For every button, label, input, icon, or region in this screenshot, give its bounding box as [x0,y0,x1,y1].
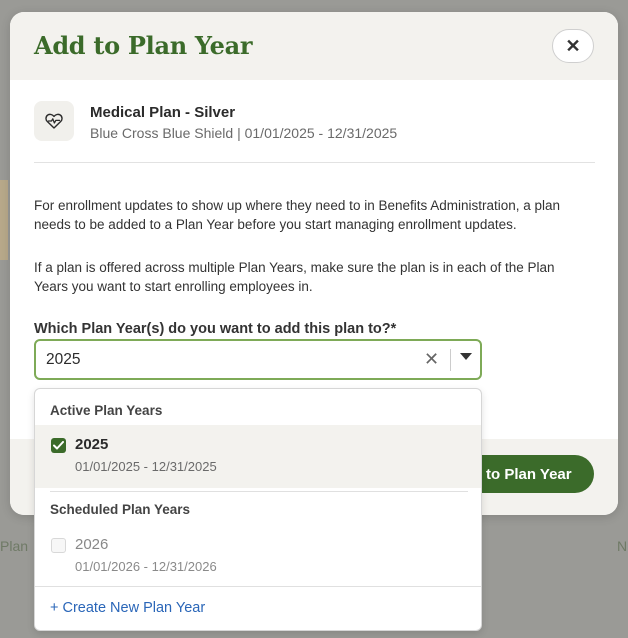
scheduled-plan-years-header: Scheduled Plan Years [50,502,191,517]
plan-year-field-label: Which Plan Year(s) do you want to add th… [34,321,397,337]
plan-year-dropdown: Active Plan Years 2025 01/01/2025 - 12/3… [34,388,482,631]
option-2025[interactable]: 2025 01/01/2025 - 12/31/2025 [35,425,481,488]
plan-year-select[interactable]: 2025 ✕ [34,339,482,380]
group-divider [50,491,468,492]
checkbox-checked-icon[interactable] [51,438,66,453]
active-plan-years-header: Active Plan Years [50,403,163,418]
option-name: 2025 [75,436,109,453]
close-button[interactable]: ✕ [552,29,594,63]
info-paragraph-2: If a plan is offered across multiple Pla… [34,260,555,294]
check-icon [53,441,64,450]
select-divider [450,349,451,371]
create-plan-year-row: + Create New Plan Year [35,586,481,630]
option-dates: 01/01/2025 - 12/31/2025 [75,459,217,474]
checkbox-unchecked-icon[interactable] [51,538,66,553]
info-paragraph-1: For enrollment updates to show up where … [34,198,561,232]
modal-header: Add to Plan Year ✕ [10,12,618,80]
modal-title: Add to Plan Year [34,31,253,60]
background-fragment: Plan [0,538,29,554]
select-value: 2025 [46,351,81,368]
plan-subtitle: Blue Cross Blue Shield | 01/01/2025 - 12… [90,125,398,141]
plan-summary: Medical Plan - Silver Blue Cross Blue Sh… [34,101,595,163]
create-new-plan-year-link[interactable]: + Create New Plan Year [50,600,205,616]
background-fragment: N [617,538,628,554]
chevron-down-icon[interactable] [460,353,472,360]
plan-name: Medical Plan - Silver [90,104,236,121]
background-accent [0,180,8,260]
option-dates: 01/01/2026 - 12/31/2026 [75,559,217,574]
clear-icon[interactable]: ✕ [424,349,439,370]
close-icon: ✕ [565,35,581,56]
heart-pulse-svg [45,113,63,129]
option-2026[interactable]: 2026 01/01/2026 - 12/31/2026 [35,525,481,588]
option-name: 2026 [75,536,109,553]
heart-pulse-icon [34,101,74,141]
